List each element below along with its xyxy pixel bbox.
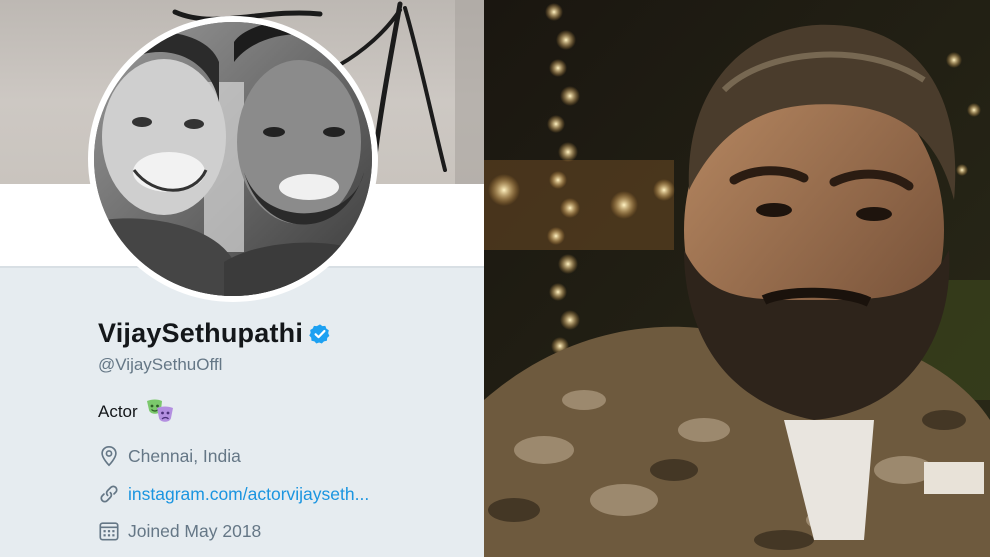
website-link[interactable]: instagram.com/actorvijayseth... [128, 484, 369, 505]
location-pin-icon [98, 445, 120, 467]
profile-handle[interactable]: @VijaySethuOffl [98, 355, 222, 375]
performing-arts-masks-icon [146, 399, 174, 425]
display-name[interactable]: VijaySethupathi [98, 318, 303, 349]
actor-photo [484, 0, 990, 557]
profile-location: Chennai, India [98, 445, 241, 467]
profile-bio: Actor [98, 399, 174, 425]
profile-avatar[interactable] [88, 16, 378, 302]
joined-text: Joined May 2018 [128, 520, 262, 541]
twitter-profile-card: VijaySethupathi @VijaySethuOffl Actor Ch… [0, 0, 484, 557]
calendar-icon [98, 520, 120, 542]
location-text: Chennai, India [128, 445, 241, 466]
verified-badge-icon [309, 323, 331, 345]
profile-website[interactable]: instagram.com/actorvijayseth... [98, 483, 369, 505]
link-icon [98, 483, 120, 505]
profile-joined-date: Joined May 2018 [98, 520, 261, 542]
profile-name-row: VijaySethupathi [98, 318, 331, 349]
bio-text: Actor [98, 402, 138, 421]
